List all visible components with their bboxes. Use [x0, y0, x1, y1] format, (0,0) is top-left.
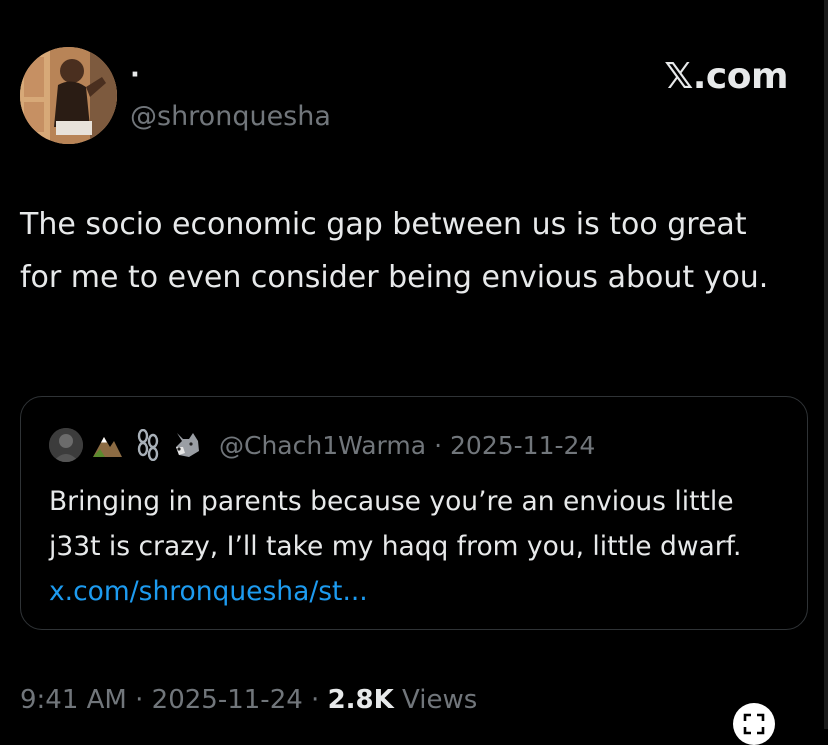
- avatar-photo-icon: [20, 47, 117, 144]
- author-avatar[interactable]: [20, 47, 117, 144]
- mountain-emoji-icon: [91, 429, 123, 461]
- quoted-tweet-header: @Chach1Warma · 2025-11-24: [49, 425, 595, 465]
- meta-separator: ·: [126, 685, 152, 715]
- author-handle[interactable]: @shronquesha: [130, 100, 331, 134]
- quoted-tweet-card[interactable]: @Chach1Warma · 2025-11-24 Bringing in pa…: [20, 396, 808, 630]
- views-label: Views: [393, 685, 478, 715]
- views-count: 2.8K: [327, 685, 394, 715]
- quoted-author-handle[interactable]: @Chach1Warma: [219, 431, 426, 460]
- quoted-author-avatar[interactable]: [49, 428, 83, 462]
- quoted-meta-separator: ·: [434, 430, 443, 460]
- meta-separator: ·: [302, 685, 328, 715]
- wolf-emoji-icon: [171, 429, 203, 461]
- tweet-date[interactable]: 2025-11-24: [152, 685, 303, 715]
- tweet-time[interactable]: 9:41 AM: [20, 685, 127, 715]
- x-com-watermark: 𝕏.com: [664, 56, 788, 97]
- scrollbar-edge[interactable]: [824, 0, 828, 729]
- tweet-text: The socio economic gap between us is too…: [20, 207, 769, 295]
- tweet-meta-row: 9:41 AM · 2025-11-24 · 2.8K Views: [20, 680, 477, 720]
- quoted-tweet-text: Bringing in parents because you’re an en…: [49, 479, 779, 614]
- quoted-tweet-body: Bringing in parents because you’re an en…: [49, 486, 742, 562]
- chains-emoji-icon: [131, 428, 163, 462]
- author-display-name[interactable]: ·: [130, 62, 140, 88]
- quoted-tweet-date[interactable]: 2025-11-24: [450, 431, 595, 460]
- expand-button[interactable]: [733, 703, 775, 745]
- quoted-tweet-link[interactable]: x.com/shronquesha/st...: [49, 576, 368, 607]
- expand-icon: [743, 713, 765, 735]
